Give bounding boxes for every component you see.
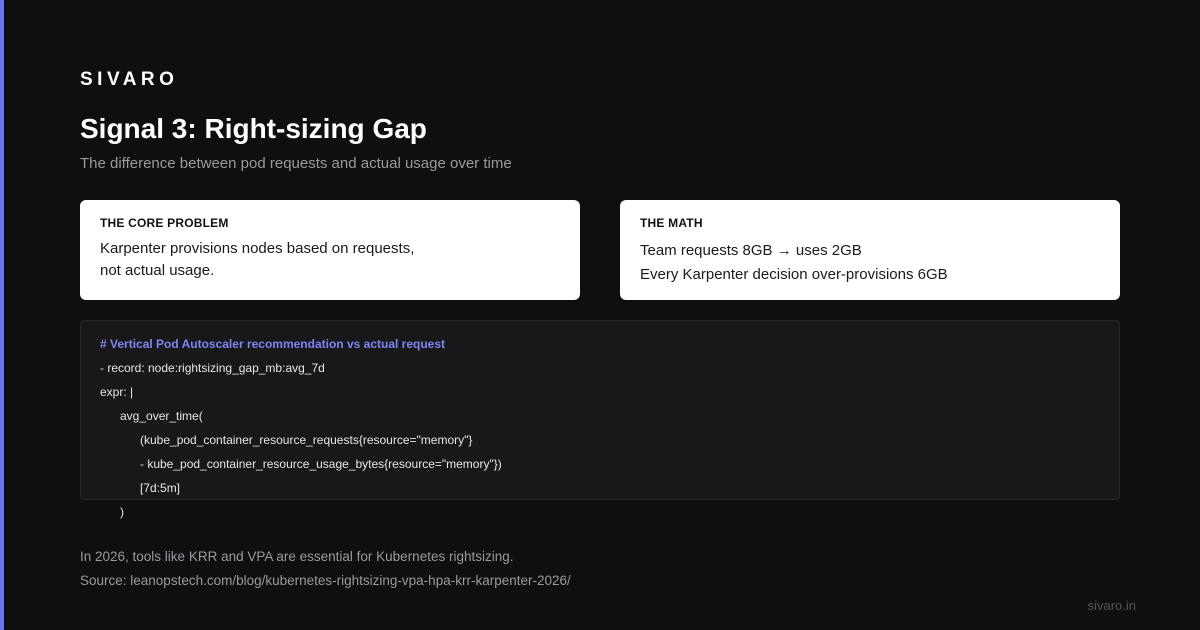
source-link[interactable]: Source: leanopstech.com/blog/kubernetes-… bbox=[80, 569, 571, 593]
code-line: expr: | bbox=[100, 385, 134, 399]
page-subtitle: The difference between pod requests and … bbox=[80, 155, 512, 172]
core-problem-card: THE CORE PROBLEM Karpenter provisions no… bbox=[80, 200, 580, 300]
math-line: Every Karpenter decision over-provisions… bbox=[640, 266, 948, 283]
site-url[interactable]: sivaro.in bbox=[1088, 598, 1136, 613]
math-heading: THE MATH bbox=[640, 216, 703, 230]
accent-bar bbox=[0, 0, 4, 630]
core-problem-line: Karpenter provisions nodes based on requ… bbox=[100, 240, 415, 257]
footer-note-text: In 2026, tools like KRR and VPA are esse… bbox=[80, 549, 514, 564]
code-line: - record: node:rightsizing_gap_mb:avg_7d bbox=[100, 361, 325, 375]
code-comment: # Vertical Pod Autoscaler recommendation… bbox=[100, 337, 446, 351]
code-line: avg_over_time( bbox=[120, 409, 203, 423]
code-lines: # Vertical Pod Autoscaler recommendation… bbox=[100, 332, 502, 524]
code-line: (kube_pod_container_resource_requests{re… bbox=[140, 433, 473, 447]
math-body: Team requests 8GB → uses 2GB Every Karpe… bbox=[640, 239, 1100, 287]
core-problem-heading: THE CORE PROBLEM bbox=[100, 216, 229, 230]
math-line: Team requests 8GB → uses 2GB bbox=[640, 242, 862, 259]
brand-logo: SIVARO bbox=[80, 69, 179, 90]
core-problem-line: not actual usage. bbox=[100, 262, 215, 279]
footer-note: In 2026, tools like KRR and VPA are esse… bbox=[80, 545, 571, 593]
page-title: Signal 3: Right-sizing Gap bbox=[80, 113, 427, 144]
code-line: - kube_pod_container_resource_usage_byte… bbox=[140, 457, 502, 471]
code-line: [7d:5m] bbox=[140, 481, 181, 495]
code-line: ) bbox=[120, 505, 124, 519]
core-problem-body: Karpenter provisions nodes based on requ… bbox=[100, 238, 560, 282]
math-card: THE MATH Team requests 8GB → uses 2GB Ev… bbox=[620, 200, 1120, 300]
